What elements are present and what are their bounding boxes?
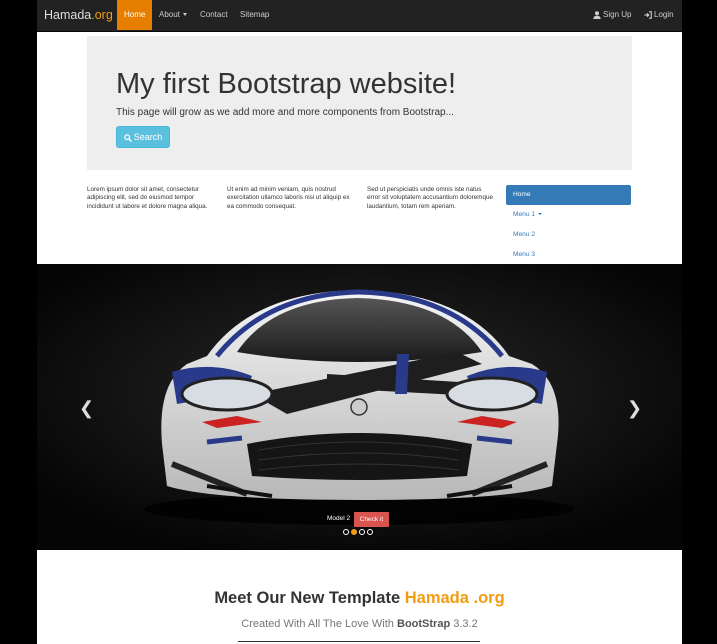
nav-home-label: Home [124, 10, 146, 19]
brand-logo[interactable]: Hamada.org [44, 8, 113, 22]
template-subheading: Created With All The Love With BootStrap… [37, 618, 682, 630]
brand-suffix: .org [91, 8, 113, 22]
subheading-bold: BootStrap [397, 618, 451, 630]
text-column-1: Lorem ipsum dolor sit amet, consectetur … [87, 186, 208, 210]
text-column-3: Sed ut perspiciatis unde omnis iste natu… [367, 186, 493, 210]
nav-contact-label: Contact [200, 10, 228, 19]
page: Hamada.org Home About Contact Sitemap Si… [37, 0, 682, 644]
nav-home[interactable]: Home [117, 0, 153, 30]
jumbotron: My first Bootstrap website! This page wi… [87, 36, 632, 170]
subheading-version: 3.3.2 [453, 618, 478, 630]
divider [238, 641, 480, 642]
side-menu-1[interactable]: Menu 1 [506, 205, 631, 225]
caret-down-icon [182, 13, 187, 17]
search-icon [124, 133, 132, 142]
car-image [37, 264, 682, 550]
template-heading: Meet Our New Template Hamada .org [37, 589, 682, 608]
login-label: Login [654, 10, 674, 19]
template-heading-accent: Hamada .org [404, 589, 505, 607]
login-icon [644, 11, 652, 19]
carousel-indicator-1[interactable] [343, 529, 349, 535]
chevron-left-icon[interactable]: ❮ [79, 398, 94, 419]
nav-about[interactable]: About [152, 0, 194, 30]
carousel-caption-text: Model 2 [327, 515, 351, 522]
side-menu-3-label: Menu 3 [513, 251, 535, 258]
check-it-button[interactable]: Check it [354, 512, 389, 527]
nav-sitemap[interactable]: Sitemap [233, 0, 276, 30]
side-menu: Home Menu 1 Menu 2 Menu 3 [506, 185, 631, 265]
carousel: ❮ ❯ [37, 264, 682, 550]
search-button[interactable]: Search [116, 126, 170, 148]
nav-about-label: About [159, 10, 180, 19]
search-label: Search [133, 132, 163, 142]
nav-sitemap-label: Sitemap [240, 10, 270, 19]
side-menu-2[interactable]: Menu 2 [506, 225, 631, 245]
signup-label: Sign Up [603, 10, 632, 19]
jumbotron-title: My first Bootstrap website! [116, 68, 457, 100]
caret-down-icon [538, 213, 542, 216]
carousel-indicator-3[interactable] [359, 529, 365, 535]
login-link[interactable]: Login [644, 0, 674, 30]
user-icon [593, 11, 601, 19]
text-column-2: Ut enim ad minim veniam, quis nostrud ex… [227, 186, 350, 210]
nav-contact[interactable]: Contact [193, 0, 235, 30]
side-menu-3[interactable]: Menu 3 [506, 245, 631, 265]
jumbotron-text: This page will grow as we add more and m… [116, 107, 454, 118]
brand-name: Hamada [44, 8, 92, 22]
signup-link[interactable]: Sign Up [593, 0, 631, 30]
carousel-indicator-4[interactable] [367, 529, 373, 535]
navbar: Hamada.org Home About Contact Sitemap Si… [37, 0, 682, 32]
side-menu-1-label: Menu 1 [513, 211, 535, 218]
side-menu-home-label: Home [513, 191, 531, 198]
side-menu-home[interactable]: Home [506, 185, 631, 205]
side-menu-2-label: Menu 2 [513, 231, 535, 238]
template-heading-main: Meet Our New Template [214, 589, 401, 607]
chevron-right-icon[interactable]: ❯ [627, 398, 642, 419]
subheading-prefix: Created With All The Love With [241, 618, 394, 630]
carousel-indicator-2[interactable] [351, 529, 357, 535]
